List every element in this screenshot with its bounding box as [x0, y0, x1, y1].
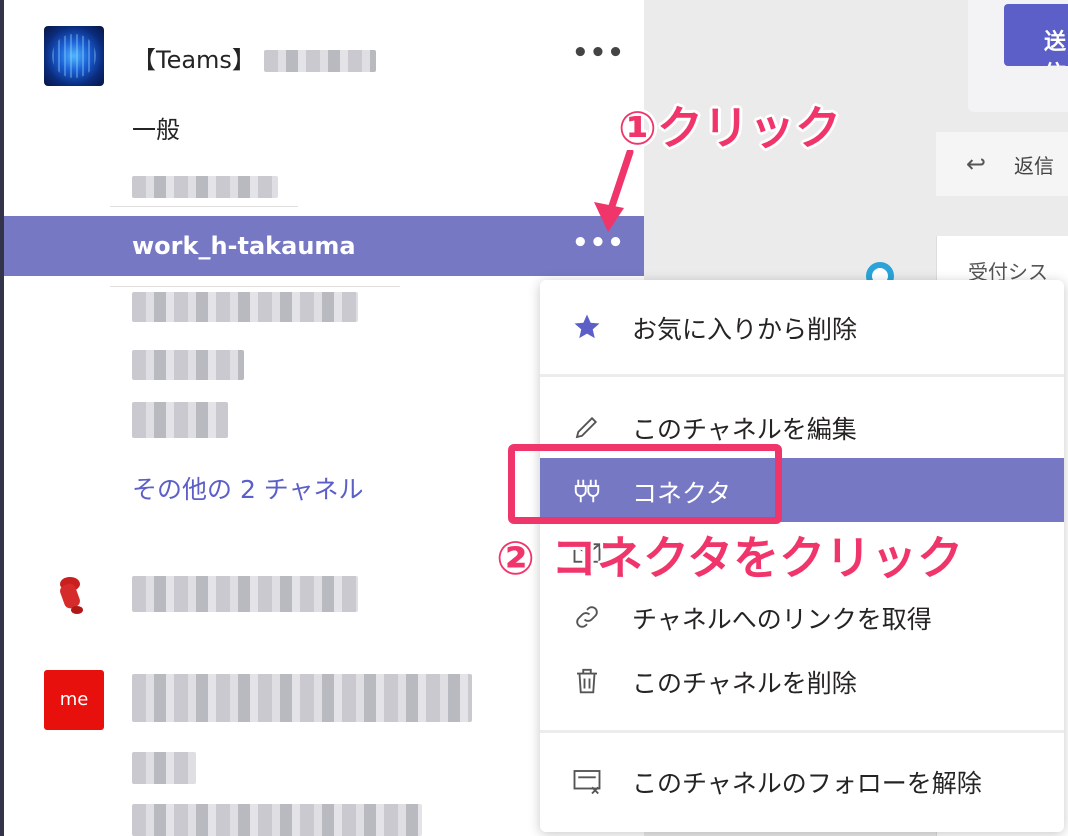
menu-separator — [540, 730, 1064, 733]
blurred-text — [132, 176, 278, 198]
team-name-label: 【Teams】 — [132, 46, 256, 74]
blurred-text — [132, 576, 358, 612]
menu-item-unfollow[interactable]: このチャネルのフォローを解除 — [540, 748, 1064, 812]
reply-label[interactable]: 返信 — [1014, 150, 1054, 179]
more-channels-link[interactable]: その他の 2 チャネル — [132, 470, 364, 506]
menu-item-label: このチャネルのフォローを解除 — [632, 769, 982, 798]
divider — [110, 206, 298, 207]
annotation-highlight-box — [508, 444, 782, 524]
pin-icon[interactable] — [56, 574, 92, 618]
blurred-text — [132, 804, 422, 836]
menu-item-label: このチャネルを削除 — [632, 669, 857, 698]
annotation-step2: ② コネクタをクリック — [496, 531, 964, 585]
annotation-step1: ①クリック — [618, 101, 841, 155]
channel-blurred[interactable] — [132, 804, 422, 836]
unfollow-icon — [573, 770, 601, 795]
menu-item-get-link[interactable]: チャネルへのリンクを取得 — [540, 584, 1064, 648]
trash-icon — [577, 668, 597, 694]
menu-item-label: チャネルへのリンクを取得 — [632, 605, 932, 634]
menu-item-label: お気に入りから削除 — [632, 315, 858, 344]
reply-icon: ↩ — [966, 150, 987, 178]
pencil-icon — [575, 416, 598, 439]
channel-blurred[interactable] — [132, 292, 358, 322]
channel-blurred[interactable] — [132, 172, 278, 200]
team-blurred-name[interactable] — [132, 576, 358, 612]
menu-item-label: このチャネルを編集 — [632, 415, 857, 444]
team-avatar[interactable] — [44, 26, 104, 86]
divider — [110, 286, 400, 287]
annotation-arrow-icon — [594, 150, 634, 232]
blurred-text — [132, 402, 228, 438]
star-icon — [574, 314, 600, 339]
link-icon — [576, 606, 598, 628]
channel-blurred[interactable] — [132, 402, 228, 438]
team-avatar-me[interactable]: me — [44, 670, 104, 730]
team-more-options-icon[interactable]: ••• — [572, 38, 625, 68]
selected-channel-label: work_h-takauma — [132, 232, 356, 260]
menu-item-delete-channel[interactable]: このチャネルを削除 — [540, 648, 1064, 712]
blurred-text — [132, 350, 244, 380]
blurred-text — [132, 674, 472, 722]
menu-separator — [540, 374, 1064, 377]
channel-blurred[interactable] — [132, 752, 196, 784]
send-button[interactable]: 送信 — [1004, 4, 1068, 66]
team-blurred-name[interactable] — [132, 674, 472, 722]
blurred-text — [263, 50, 376, 72]
team-name[interactable]: 【Teams】 — [132, 40, 376, 75]
channel-blurred[interactable] — [132, 350, 244, 380]
blurred-text — [132, 752, 196, 784]
channel-general[interactable]: 一般 — [132, 110, 180, 145]
menu-item-remove-favorite[interactable]: お気に入りから削除 — [540, 294, 1064, 358]
blurred-text — [132, 292, 358, 322]
